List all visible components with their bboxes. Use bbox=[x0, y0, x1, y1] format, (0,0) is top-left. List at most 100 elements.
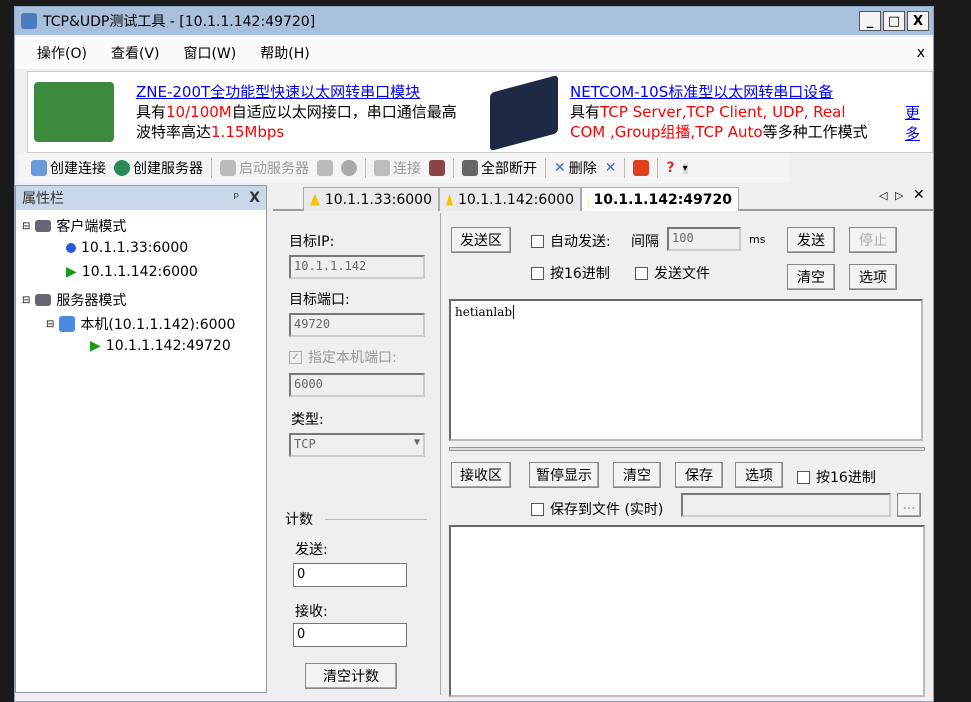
disconnect-icon[interactable] bbox=[429, 160, 445, 176]
tab-connection[interactable]: 10.1.1.33:6000 bbox=[303, 187, 439, 211]
stop-button[interactable]: 停止 bbox=[849, 227, 897, 253]
close-button[interactable]: X bbox=[907, 11, 929, 31]
menu-close-button[interactable]: x bbox=[917, 45, 925, 61]
label: 10.1.1.33:6000 bbox=[324, 191, 432, 208]
send-count-label: 发送: bbox=[295, 542, 328, 558]
target-port-field[interactable]: 49720 bbox=[289, 313, 425, 337]
send-options-button[interactable]: 选项 bbox=[849, 264, 897, 290]
send-clear-button[interactable]: 清空 bbox=[787, 264, 835, 290]
menu-window[interactable]: 窗口(W) bbox=[183, 43, 236, 63]
globe-icon bbox=[114, 160, 130, 176]
chevron-down-icon: ▼ bbox=[413, 437, 420, 448]
tab-scroll-left-icon[interactable]: ◁ bbox=[879, 189, 887, 202]
stop-server-icon[interactable] bbox=[317, 160, 333, 176]
target-ip-label: 目标IP: bbox=[289, 234, 335, 250]
label: 10.1.1.33:6000 bbox=[81, 240, 189, 256]
checkbox-checked-icon: ✓ bbox=[289, 350, 302, 364]
ad1-text: 1.15Mbps bbox=[211, 123, 285, 141]
send-count-field[interactable]: 0 bbox=[293, 563, 407, 587]
more-link[interactable]: 更多 bbox=[905, 102, 932, 144]
settings-pane: 目标IP: 10.1.1.142 目标端口: 49720 ✓ 指定本机端口: 60… bbox=[273, 213, 441, 695]
panel-close-icon[interactable]: X bbox=[249, 190, 260, 206]
local-port-checkbox[interactable]: ✓ 指定本机端口: bbox=[289, 347, 397, 367]
label: 按16进制 bbox=[816, 470, 876, 486]
tab-close-icon[interactable]: ✕ bbox=[913, 187, 925, 203]
menu-operate[interactable]: 操作(O) bbox=[37, 43, 87, 63]
help-icon[interactable]: ? bbox=[666, 160, 674, 176]
label: 指定本机端口: bbox=[308, 350, 397, 366]
label: 自动发送: bbox=[550, 234, 611, 250]
play-icon: ▶ bbox=[66, 264, 77, 280]
splitter[interactable] bbox=[449, 447, 925, 451]
tree-client-mode[interactable]: ⊟ 客户端模式 bbox=[22, 216, 126, 236]
send-content: hetianlab bbox=[455, 305, 513, 319]
disconnect-all-button[interactable]: 全部断开 bbox=[462, 158, 537, 178]
tree-client-item[interactable]: 10.1.1.33:6000 bbox=[66, 240, 188, 256]
auto-send-checkbox[interactable]: 自动发送: bbox=[531, 231, 611, 251]
computer-icon bbox=[35, 220, 52, 232]
create-server-button[interactable]: 创建服务器 bbox=[114, 158, 203, 178]
recv-save-button[interactable]: 保存 bbox=[675, 462, 723, 488]
label: 创建连接 bbox=[50, 161, 106, 177]
tab-connection-active[interactable]: 10.1.1.142:49720 bbox=[581, 187, 739, 211]
label: 客户端模式 bbox=[56, 219, 127, 235]
save-file-path-field[interactable] bbox=[681, 493, 891, 517]
menu-help[interactable]: 帮助(H) bbox=[260, 43, 309, 63]
recv-clear-button[interactable]: 清空 bbox=[613, 462, 661, 488]
pin-icon[interactable]: ᵖ bbox=[233, 190, 239, 206]
pause-display-button[interactable]: 暂停显示 bbox=[529, 462, 599, 488]
panel-title: 属性栏 bbox=[22, 191, 64, 207]
interval-field[interactable]: 100 bbox=[667, 227, 741, 251]
send-button[interactable]: 发送 bbox=[787, 227, 835, 253]
send-hex-checkbox[interactable]: 按16进制 bbox=[531, 263, 610, 283]
create-connection-button[interactable]: 创建连接 bbox=[31, 158, 106, 178]
delete-button[interactable]: ✕ 删除 bbox=[554, 158, 597, 178]
recv-count-field[interactable]: 0 bbox=[293, 623, 407, 647]
checkbox-icon bbox=[531, 234, 544, 248]
title-bar: TCP&UDP测试工具 - [10.1.1.142:49720] _ □ X bbox=[15, 7, 933, 35]
label: 本机(10.1.1.142):6000 bbox=[80, 317, 236, 333]
divider bbox=[657, 158, 659, 178]
ad2-text: COM ,Group组播,TCP Auto bbox=[570, 123, 763, 141]
ad1-text: 10/100M bbox=[166, 103, 232, 121]
menu-bar: 操作(O) 查看(V) 窗口(W) 帮助(H) x bbox=[15, 37, 933, 69]
device-image bbox=[490, 74, 558, 152]
delete-all-icon[interactable]: ✕ bbox=[605, 160, 617, 176]
label: 发送文件 bbox=[654, 266, 710, 282]
divider bbox=[624, 158, 626, 178]
minimize-button[interactable]: _ bbox=[859, 11, 881, 31]
server-icon bbox=[220, 160, 236, 176]
tree-client-item[interactable]: ▶ 10.1.1.142:6000 bbox=[66, 264, 198, 280]
local-port-field[interactable]: 6000 bbox=[289, 373, 425, 397]
toolbar-overflow-icon[interactable]: ▾ bbox=[682, 162, 688, 174]
power-icon[interactable] bbox=[633, 160, 650, 176]
tree-server-item[interactable]: ⊟ 本机(10.1.1.142):6000 bbox=[46, 314, 235, 334]
connect-button[interactable]: 连接 bbox=[374, 158, 421, 178]
maximize-button[interactable]: □ bbox=[883, 11, 905, 31]
recv-hex-checkbox[interactable]: 按16进制 bbox=[797, 467, 876, 487]
target-ip-field[interactable]: 10.1.1.142 bbox=[289, 255, 425, 279]
type-select[interactable]: TCP ▼ bbox=[289, 433, 425, 457]
tab-connection[interactable]: 10.1.1.142:6000 bbox=[439, 187, 581, 211]
menu-view[interactable]: 查看(V) bbox=[111, 43, 160, 63]
send-file-checkbox[interactable]: 发送文件 bbox=[635, 263, 710, 283]
label: 全部断开 bbox=[481, 161, 537, 177]
ad2-text: 等多种工作模式 bbox=[762, 123, 868, 141]
ad1-link[interactable]: ZNE-200T全功能型快速以太网转串口模块 bbox=[136, 83, 420, 101]
recv-textarea[interactable] bbox=[449, 525, 925, 697]
close-circle-icon[interactable] bbox=[341, 160, 357, 176]
start-server-button[interactable]: 启动服务器 bbox=[220, 158, 309, 178]
browse-button[interactable]: ... bbox=[897, 493, 921, 517]
warning-icon bbox=[446, 193, 453, 206]
label: 创建服务器 bbox=[133, 161, 203, 177]
clear-count-button[interactable]: 清空计数 bbox=[305, 663, 397, 689]
send-textarea[interactable]: hetianlab bbox=[449, 299, 923, 441]
ad2-link[interactable]: NETCOM-10S标准型以太网转串口设备 bbox=[570, 83, 833, 101]
tab-scroll-right-icon[interactable]: ▷ bbox=[895, 189, 903, 202]
save-to-file-checkbox[interactable]: 保存到文件 (实时) bbox=[531, 499, 663, 519]
label: 10.1.1.142:6000 bbox=[81, 264, 198, 280]
tree-server-connection[interactable]: ▶ 10.1.1.142:49720 bbox=[90, 338, 231, 354]
recv-options-button[interactable]: 选项 bbox=[735, 462, 783, 488]
ad1-text: 具有 bbox=[136, 103, 167, 121]
tree-server-mode[interactable]: ⊟ 服务器模式 bbox=[22, 290, 126, 310]
